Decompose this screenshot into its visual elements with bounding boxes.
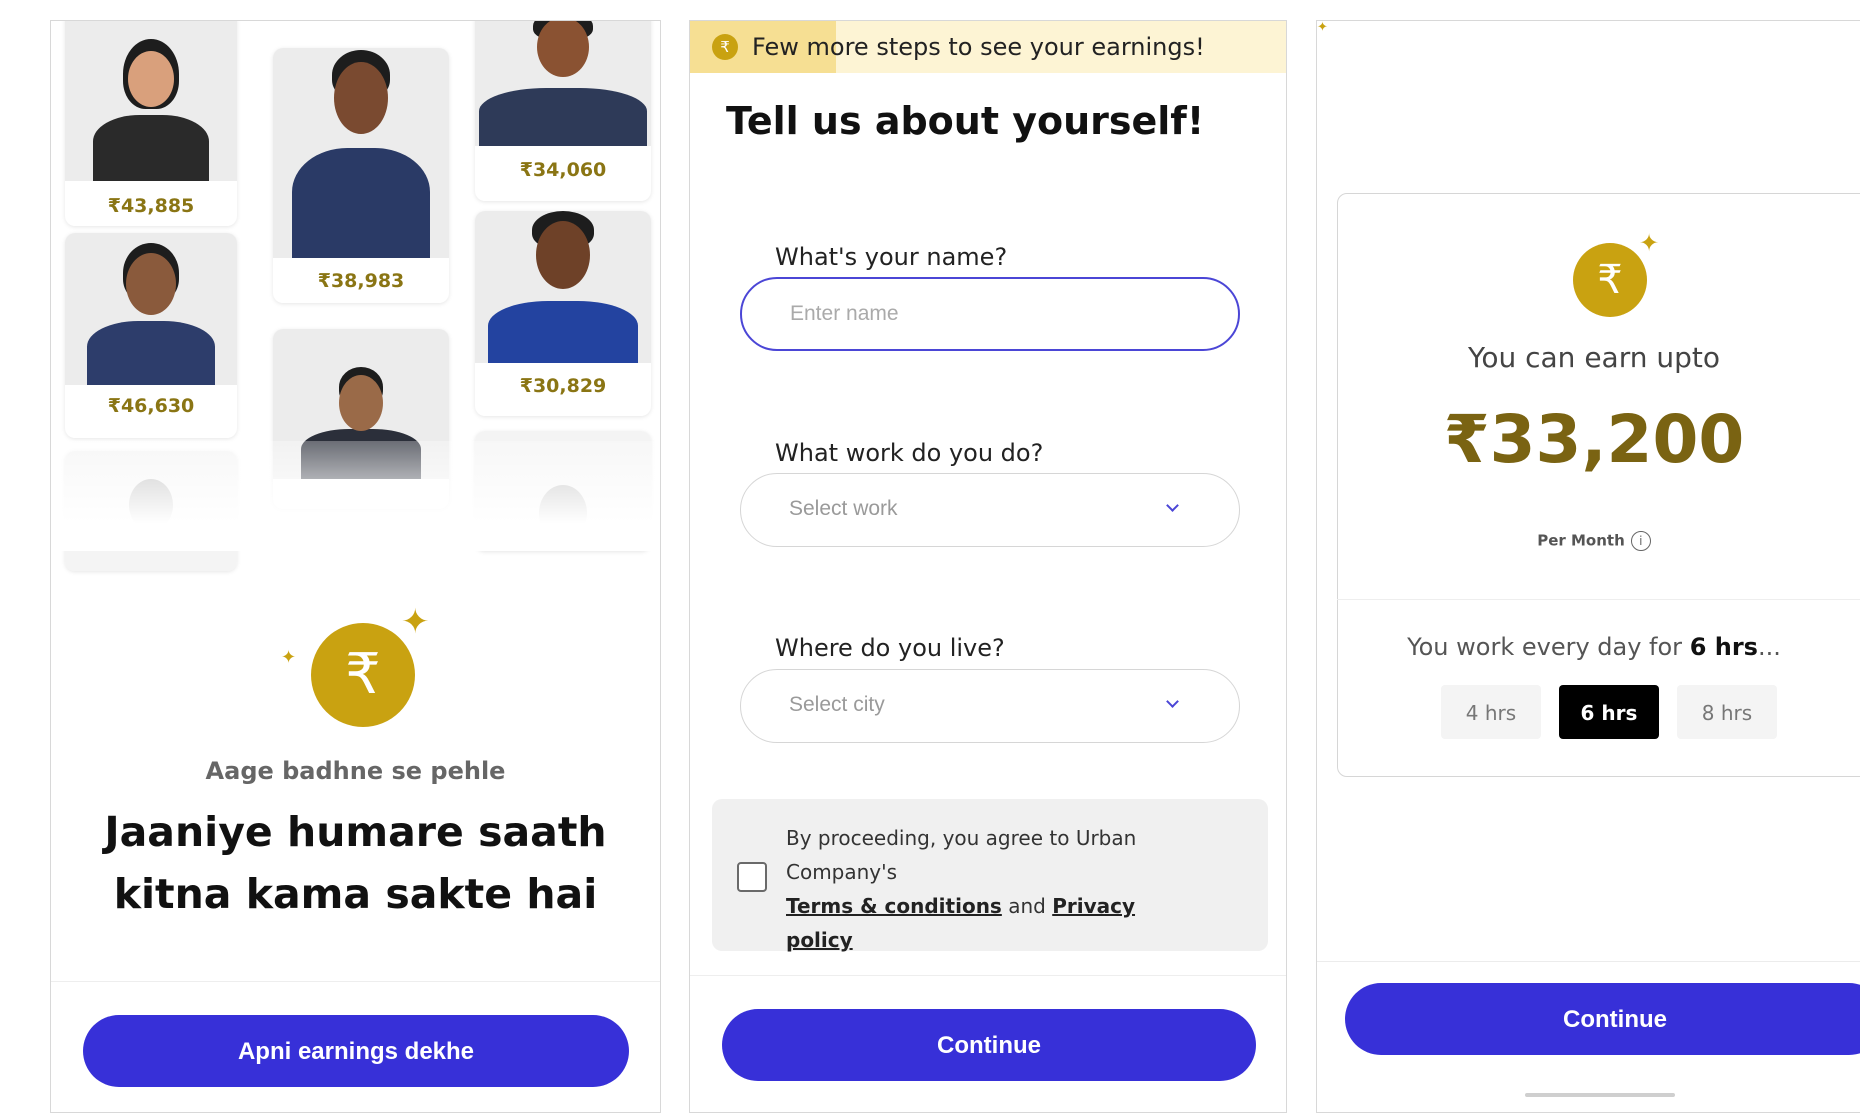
earning-amount: ₹38,983 [317,270,405,292]
sparkle-icon: ✦ [1639,229,1660,257]
earning-amount: ₹46,630 [107,395,195,417]
footer-divider [1317,961,1860,962]
per-month-text: Per Month [1537,531,1625,550]
see-earnings-button[interactable]: Apni earnings dekhe [83,1015,629,1087]
hours-option-8[interactable]: 8 hrs [1677,685,1777,739]
headline: Jaaniye humare saath kitna kama sakte ha… [51,801,660,925]
earnings-intro-screen: ₹43,885 ₹46,630 ₹38,983 ₹34,060 ₹30,829 … [50,20,661,1113]
work-hours-line: You work every day for 6 hrs... [1317,633,1860,661]
earning-amount: ₹34,060 [519,159,607,181]
city-select-value: Select city [789,693,885,716]
info-icon[interactable]: i [1630,531,1651,551]
work-label: What work do you do? [775,439,1044,467]
continue-button[interactable]: Continue [1345,983,1860,1055]
consent-checkbox[interactable] [737,862,767,892]
worker-card: ₹38,983 [273,48,449,303]
work-select-value: Select work [789,497,898,520]
consent-box: By proceeding, you agree to Urban Compan… [712,799,1268,952]
photo-fade [51,441,660,551]
work-suffix: ... [1757,633,1781,661]
continue-button[interactable]: Continue [722,1009,1256,1081]
consent-text: By proceeding, you agree to Urban Compan… [786,821,1206,957]
name-input[interactable] [740,277,1240,351]
name-label: What's your name? [775,243,1008,271]
sparkle-icon: ✦ [1317,20,1328,35]
headline-line-1: Jaaniye humare saath [104,808,607,856]
worker-card: ₹43,885 [65,21,237,226]
hours-option-4[interactable]: 4 hrs [1441,685,1541,739]
work-hours-value: 6 hrs [1689,633,1758,661]
worker-card: ₹34,060 [475,21,651,201]
sparkle-icon: ✦ [401,602,430,642]
worker-photo [273,48,449,258]
rupee-coin-icon: ₹ [1573,243,1647,317]
worker-card: ₹30,829 [475,211,651,416]
hours-option-6[interactable]: 6 hrs [1559,685,1659,739]
work-select[interactable]: Select work [740,473,1240,547]
consent-and: and [1008,894,1046,918]
footer-divider [690,975,1286,976]
earnings-result-screen: ₹ ✦ ✦ You can earn upto ₹33,200 Per Mont… [1316,20,1860,1113]
worker-card: ₹46,630 [65,233,237,438]
rupee-coin-icon: ₹ [712,34,738,60]
rupee-coin-icon: ₹ [311,623,415,727]
consent-prefix: By proceeding, you agree to Urban Compan… [786,826,1137,884]
city-select[interactable]: Select city [740,669,1240,743]
worker-photo [475,21,651,146]
card-divider [1337,599,1860,600]
chevron-down-icon [1166,695,1179,708]
earning-amount: ₹30,829 [519,375,607,397]
work-prefix: You work every day for [1407,633,1683,661]
page-title: Tell us about yourself! [726,99,1205,143]
terms-link[interactable]: Terms & conditions [786,894,1002,918]
earnings-intro: You can earn upto [1467,341,1721,374]
headline-line-2: kitna kama sakte hai [113,870,598,918]
worker-photo [65,233,237,385]
earnings-amount: ₹33,200 [1443,401,1745,478]
subtitle: Aage badhne se pehle [205,757,506,785]
earning-amount: ₹43,885 [107,195,195,217]
chevron-down-icon [1166,499,1179,512]
worker-photo [65,21,237,181]
home-indicator [1525,1093,1675,1097]
footer-divider [51,981,660,982]
worker-photo [475,211,651,363]
sparkle-icon: ✦ [281,647,297,668]
banner-text: Few more steps to see your earnings! [752,33,1205,61]
per-month-label: Per Month i [1317,531,1860,551]
city-label: Where do you live? [775,634,1005,662]
profile-form-screen: ₹ Few more steps to see your earnings! T… [689,20,1287,1113]
progress-banner: ₹ Few more steps to see your earnings! [690,21,1286,73]
